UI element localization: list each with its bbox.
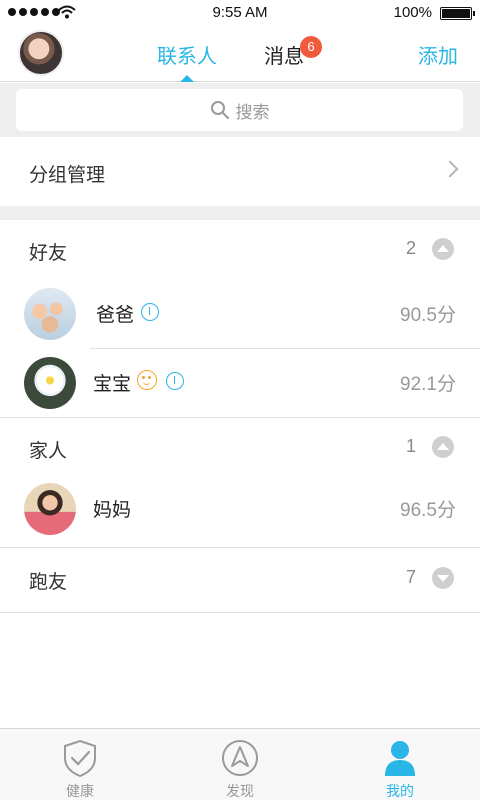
messages-unread-badge: 6 bbox=[300, 36, 322, 58]
tab-label: 健康 bbox=[66, 784, 94, 800]
contact-score: 90.5分 bbox=[400, 305, 456, 326]
chevron-right-icon bbox=[441, 160, 459, 178]
bottom-tab-bar: 健康 发现 我的 bbox=[0, 728, 480, 800]
tab-contacts[interactable]: 联系人 bbox=[157, 40, 217, 69]
group-header-friends[interactable]: 好友 2 bbox=[0, 220, 480, 280]
collapse-arrow-icon[interactable] bbox=[432, 238, 454, 260]
group-name: 家人 bbox=[29, 440, 68, 462]
contact-row[interactable]: 妈妈 96.5分 bbox=[0, 475, 480, 543]
contact-avatar bbox=[24, 288, 76, 340]
tab-mine[interactable]: 我的 bbox=[320, 729, 480, 800]
battery-icon bbox=[440, 7, 475, 20]
contact-avatar bbox=[24, 483, 76, 535]
group-header-running[interactable]: 跑友 7 bbox=[0, 549, 480, 609]
baby-icon bbox=[137, 370, 157, 390]
shield-check-icon bbox=[64, 739, 96, 778]
section-separator bbox=[0, 206, 480, 220]
contact-name: 宝宝 bbox=[93, 373, 132, 395]
tab-messages[interactable]: 消息 bbox=[264, 40, 304, 69]
battery-percentage: 100% bbox=[393, 4, 432, 21]
search-icon bbox=[210, 101, 229, 119]
group-management-label: 分组管理 bbox=[29, 164, 106, 186]
active-tab-indicator bbox=[180, 75, 194, 82]
divider bbox=[0, 547, 480, 548]
tab-label: 我的 bbox=[386, 784, 414, 800]
search-placeholder: 搜索 bbox=[235, 102, 270, 123]
divider bbox=[0, 612, 480, 613]
gauge-icon bbox=[166, 372, 184, 390]
group-name: 好友 bbox=[29, 242, 68, 264]
contact-score: 96.5分 bbox=[400, 500, 456, 521]
compass-icon bbox=[222, 740, 258, 776]
search-bar-container: 搜索 bbox=[0, 83, 480, 137]
group-management-row[interactable]: 分组管理 bbox=[0, 138, 480, 206]
group-name: 跑友 bbox=[29, 571, 68, 593]
tab-label: 发现 bbox=[226, 784, 254, 800]
search-input[interactable]: 搜索 bbox=[16, 89, 463, 131]
tab-health[interactable]: 健康 bbox=[0, 729, 160, 800]
contact-row[interactable]: 宝宝 92.1分 bbox=[0, 349, 480, 417]
contact-score: 92.1分 bbox=[400, 374, 456, 395]
add-button[interactable]: 添加 bbox=[418, 40, 458, 69]
group-count: 1 bbox=[405, 436, 416, 456]
group-count: 2 bbox=[405, 238, 416, 258]
tab-discover[interactable]: 发现 bbox=[160, 729, 320, 800]
group-header-family[interactable]: 家人 1 bbox=[0, 418, 480, 478]
group-count: 7 bbox=[405, 567, 416, 587]
contact-avatar bbox=[24, 357, 76, 409]
expand-arrow-icon[interactable] bbox=[432, 567, 454, 589]
contact-name: 妈妈 bbox=[93, 499, 132, 521]
contact-name: 爸爸 bbox=[96, 304, 135, 326]
collapse-arrow-icon[interactable] bbox=[432, 436, 454, 458]
status-bar: 9:55 AM 100% bbox=[0, 0, 480, 26]
my-avatar[interactable] bbox=[18, 30, 64, 76]
header: 联系人 消息 6 添加 bbox=[0, 26, 480, 82]
person-icon bbox=[385, 741, 415, 776]
gauge-icon bbox=[141, 303, 159, 321]
contact-row[interactable]: 爸爸 90.5分 bbox=[0, 280, 480, 348]
